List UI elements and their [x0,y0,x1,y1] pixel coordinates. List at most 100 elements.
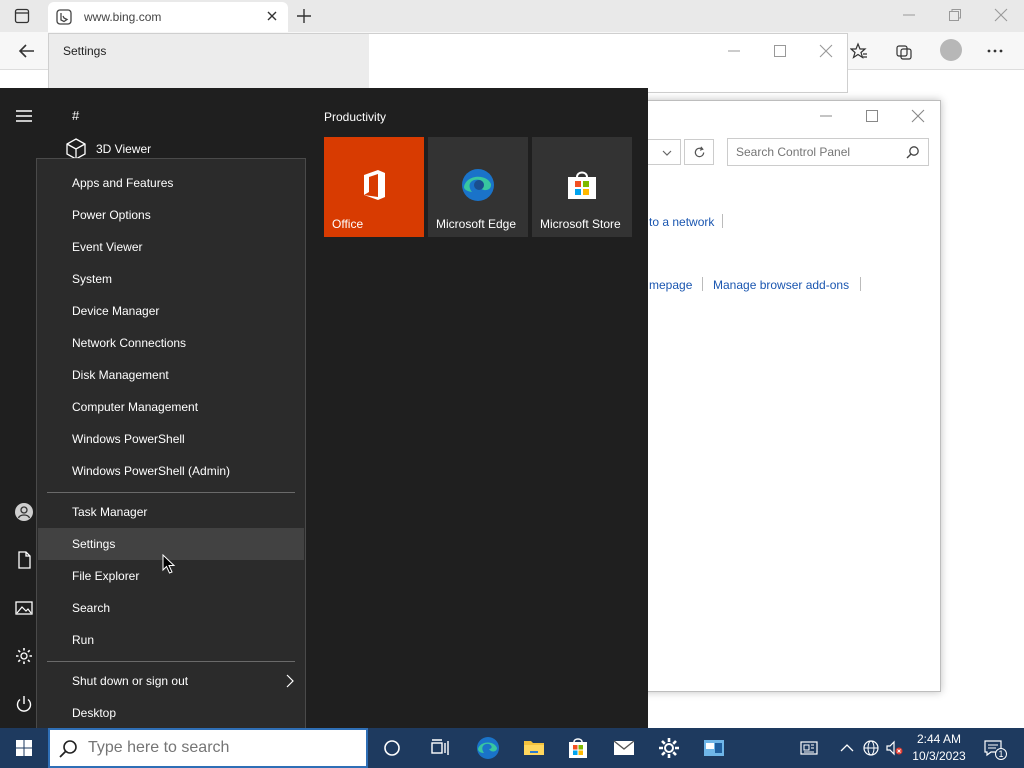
cp-minimize-icon[interactable] [819,109,833,123]
menu-item-network-connections[interactable]: Network Connections [38,327,304,359]
office-icon [364,170,385,200]
menu-item-label: Power Options [72,208,151,222]
settings-gear-icon[interactable] [14,646,34,666]
menu-separator [47,661,295,662]
taskbar-search-box[interactable] [48,728,368,768]
taskbar: 2:44 AM 10/3/2023 1 [0,728,1024,768]
edge-icon [462,169,494,201]
menu-item-power-options[interactable]: Power Options [38,199,304,231]
menu-item-event-viewer[interactable]: Event Viewer [38,231,304,263]
store-icon [568,171,596,199]
task-view-icon[interactable] [428,736,452,760]
cp-link-network[interactable]: to a network [649,215,714,229]
mail-icon[interactable] [612,736,636,760]
menu-item-shut-down-or-sign-out[interactable]: Shut down or sign out [38,665,304,697]
browser-close-icon[interactable] [994,8,1008,22]
settings-close-icon[interactable] [819,44,833,58]
notification-count-badge: 1 [995,748,1007,760]
back-arrow-icon[interactable] [18,42,36,60]
volume-muted-icon[interactable] [885,739,903,757]
menu-item-computer-management[interactable]: Computer Management [38,391,304,423]
control-panel-window: to a network mepage Manage browser add-o… [600,100,941,692]
tab-close-icon[interactable] [266,10,278,22]
app-list-letter-header[interactable]: # [72,108,79,123]
browser-tab-bar: www.bing.com [0,0,1024,32]
menu-item-label: Shut down or sign out [72,674,189,688]
refresh-icon [694,146,705,158]
profile-avatar[interactable] [940,39,962,61]
settings-title-area [49,34,369,94]
new-tab-icon[interactable] [296,8,312,24]
cortana-icon[interactable] [380,736,404,760]
cp-close-icon[interactable] [911,109,925,123]
chevron-right-icon [286,674,294,688]
menu-item-windows-powershell-admin[interactable]: Windows PowerShell (Admin) [38,455,304,487]
cp-link-divider [860,277,861,291]
menu-separator [47,492,295,493]
menu-item-label: Run [72,633,95,647]
menu-item-label: Network Connections [72,336,187,350]
clock-date: 10/3/2023 [912,749,966,763]
menu-item-label: System [72,272,113,286]
menu-item-search[interactable]: Search [38,592,304,624]
menu-item-label: Desktop [72,706,117,720]
menu-item-label: Computer Management [72,400,199,414]
cp-maximize-icon[interactable] [865,109,879,123]
more-options-icon[interactable] [986,42,1004,60]
taskbar-clock[interactable]: 2:44 AM 10/3/2023 [906,731,972,765]
chevron-up-icon[interactable] [838,739,856,757]
clock-time: 2:44 AM [916,732,962,746]
menu-item-disk-management[interactable]: Disk Management [38,359,304,391]
hamburger-menu-icon[interactable] [14,106,34,126]
control-panel-icon[interactable] [702,736,726,760]
tile-microsoft-edge[interactable]: Microsoft Edge [428,137,528,237]
search-icon [59,740,77,758]
cp-link-homepage[interactable]: mepage [649,278,692,292]
cp-link-divider [702,277,703,291]
chevron-down-icon [662,150,672,156]
menu-item-label: File Explorer [72,569,140,583]
tab-actions-icon[interactable] [14,8,30,24]
menu-item-apps-and-features[interactable]: Apps and Features [38,167,304,199]
browser-restore-icon[interactable] [948,8,962,22]
documents-icon[interactable] [14,550,34,570]
bing-favicon-icon [56,9,72,25]
menu-item-desktop[interactable]: Desktop [38,697,304,729]
user-account-icon[interactable] [14,502,34,522]
browser-tab[interactable]: www.bing.com [48,2,288,32]
cp-link-addons[interactable]: Manage browser add-ons [713,278,849,292]
menu-item-windows-powershell[interactable]: Windows PowerShell [38,423,304,455]
collections-icon[interactable] [895,42,913,60]
browser-minimize-icon[interactable] [902,8,916,22]
news-interests-icon[interactable] [800,739,818,757]
menu-item-task-manager[interactable]: Task Manager [38,496,304,528]
menu-item-system[interactable]: System [38,263,304,295]
menu-item-device-manager[interactable]: Device Manager [38,295,304,327]
settings-window-title: Settings [63,44,107,58]
tile-microsoft-store[interactable]: Microsoft Store [532,137,632,237]
menu-item-label: Apps and Features [72,176,174,190]
cp-search-box[interactable] [727,138,929,166]
file-explorer-icon[interactable] [522,736,546,760]
tile-office[interactable]: Office [324,137,424,237]
menu-item-label: Settings [72,537,116,551]
menu-item-label: Device Manager [72,304,160,318]
taskbar-search-input[interactable] [88,739,358,757]
edge-icon[interactable] [476,736,500,760]
mouse-pointer-icon [162,554,176,574]
search-icon [906,146,919,159]
windows-start-icon[interactable] [0,728,48,768]
store-icon[interactable] [566,736,590,760]
menu-item-label: Event Viewer [72,240,143,254]
cp-refresh-button[interactable] [684,139,714,165]
settings-minimize-icon[interactable] [727,44,741,58]
menu-item-run[interactable]: Run [38,624,304,656]
power-icon[interactable] [14,694,34,714]
favorites-icon[interactable] [850,42,868,60]
pictures-icon[interactable] [14,598,34,618]
settings-maximize-icon[interactable] [773,44,787,58]
network-globe-icon[interactable] [862,739,880,757]
cp-search-input[interactable] [736,145,906,159]
power-user-menu: Apps and Features Power Options Event Vi… [36,158,306,738]
settings-gear-icon[interactable] [657,736,681,760]
